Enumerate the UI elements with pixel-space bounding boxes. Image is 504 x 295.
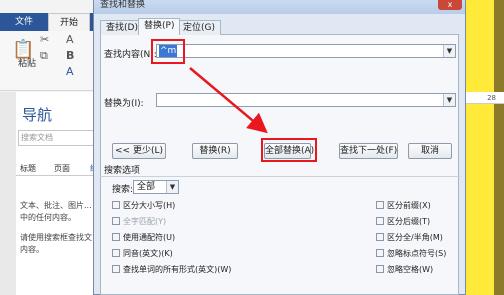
font-icon[interactable]: A <box>66 33 74 46</box>
search-direction-select[interactable]: 全部 ▼ <box>133 180 179 194</box>
nav-help-text: 请使用搜索框查找文 <box>20 233 92 242</box>
checkbox[interactable] <box>112 265 120 273</box>
tab-file[interactable]: 文件 <box>0 13 48 31</box>
option-whole-word: 全字匹配(Y) <box>112 217 166 227</box>
option-label: 忽略标点符号(S) <box>387 249 447 258</box>
option-all-word-forms[interactable]: 查找单词的所有形式(英文)(W) <box>112 265 231 275</box>
find-highlight-box <box>151 39 185 64</box>
chevron-down-icon[interactable]: ▼ <box>443 45 455 57</box>
checkbox[interactable] <box>376 201 384 209</box>
checkbox <box>112 217 120 225</box>
dialog-titlebar[interactable]: 查找和替换 x <box>94 0 465 14</box>
option-label: 区分全/半角(M) <box>387 233 443 242</box>
option-wildcards[interactable]: 使用通配符(U) <box>112 233 175 243</box>
paste-label[interactable]: 粘贴 <box>18 56 36 69</box>
replace-button[interactable]: 替换(R) <box>192 143 238 159</box>
close-icon[interactable]: x <box>438 0 462 10</box>
option-label: 忽略空格(W) <box>387 265 434 274</box>
option-ignore-space[interactable]: 忽略空格(W) <box>376 265 433 275</box>
divider <box>100 176 460 177</box>
option-match-suffix[interactable]: 区分后缀(T) <box>376 217 430 227</box>
checkbox[interactable] <box>376 233 384 241</box>
tab-home[interactable]: 开始 <box>48 13 90 31</box>
document-shadow <box>494 0 504 295</box>
nav-help-text: 中的任何内容。 <box>20 213 76 222</box>
ribbon: ✂ ⧉ A B A 📋 <box>0 31 100 91</box>
ruler: 28 <box>464 92 504 104</box>
checkbox[interactable] <box>376 265 384 273</box>
checkbox[interactable] <box>112 201 120 209</box>
ruler-number: 28 <box>487 94 496 102</box>
option-match-width[interactable]: 区分全/半角(M) <box>376 233 443 243</box>
option-label: 查找单词的所有形式(英文)(W) <box>123 265 232 274</box>
nav-help-text: 内容。 <box>20 245 44 254</box>
checkbox[interactable] <box>376 249 384 257</box>
nav-tab-pages[interactable]: 页面 <box>54 163 70 174</box>
option-label: 同音(英文)(K) <box>123 249 173 258</box>
tab-goto[interactable]: 定位(G) <box>177 20 221 35</box>
cut-icon[interactable]: ✂ <box>40 33 49 46</box>
tab-replace[interactable]: 替换(P) <box>138 18 181 35</box>
find-input[interactable]: ^m ▼ <box>156 44 456 58</box>
option-match-prefix[interactable]: 区分前缀(X) <box>376 201 431 211</box>
option-match-case[interactable]: 区分大小写(H) <box>112 201 175 211</box>
search-direction-value: 全部 <box>137 182 156 192</box>
option-label: 区分前缀(X) <box>387 201 431 210</box>
replace-all-highlight-box <box>261 138 317 162</box>
left-gutter <box>0 92 16 295</box>
replace-input[interactable]: ▼ <box>156 93 456 107</box>
nav-help-text: 文本、批注、图片... <box>20 201 92 210</box>
option-label: 全字匹配(Y) <box>123 217 167 226</box>
bold-icon[interactable]: B <box>66 49 74 62</box>
option-ignore-punctuation[interactable]: 忽略标点符号(S) <box>376 249 446 259</box>
cancel-button[interactable]: 取消 <box>408 143 452 159</box>
replace-label: 替换为(I): <box>104 99 144 109</box>
copy-icon[interactable]: ⧉ <box>40 49 48 63</box>
nav-tab-headings[interactable]: 标题 <box>20 163 36 174</box>
nav-title: 导航 <box>22 106 53 124</box>
find-label: 查找内容(N): <box>104 50 157 60</box>
chevron-down-icon[interactable]: ▼ <box>443 94 455 106</box>
find-next-button[interactable]: 查找下一处(F) <box>339 143 398 159</box>
option-label: 区分大小写(H) <box>123 201 176 210</box>
checkbox[interactable] <box>112 233 120 241</box>
search-direction-label: 搜索: <box>112 185 134 195</box>
option-sounds-like[interactable]: 同音(英文)(K) <box>112 249 173 259</box>
chevron-down-icon[interactable]: ▼ <box>166 181 178 193</box>
option-label: 使用通配符(U) <box>123 233 176 242</box>
checkbox[interactable] <box>376 217 384 225</box>
text-effects-icon[interactable]: A <box>66 65 74 78</box>
less-button[interactable]: << 更少(L) <box>112 143 166 159</box>
option-label: 区分后缀(T) <box>387 217 431 226</box>
checkbox[interactable] <box>112 249 120 257</box>
dialog-title: 查找和替换 <box>100 0 146 10</box>
search-options-title: 搜索选项 <box>104 166 141 176</box>
nav-search-input[interactable]: 搜索文档 <box>18 130 98 146</box>
